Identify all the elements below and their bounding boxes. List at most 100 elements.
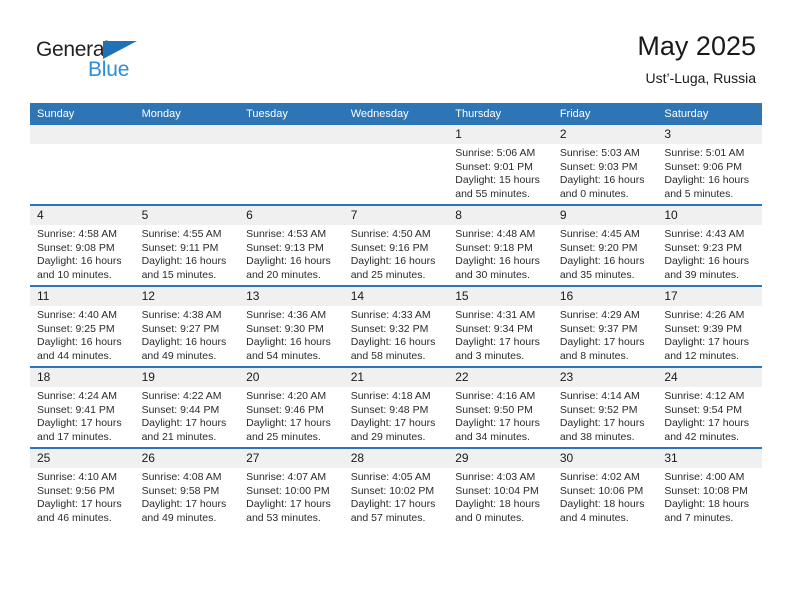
- sunrise-text: Sunrise: 4:55 AM: [141, 228, 222, 240]
- calendar-day-cell[interactable]: 5 Sunrise: 4:55 AM Sunset: 9:11 PM Daylight…: [134, 204, 240, 286]
- calendar-day-cell[interactable]: 22 Sunrise: 4:16 AM Sunset: 9:50 PM Dayligh…: [448, 366, 553, 448]
- calendar-day-cell[interactable]: 2 Sunrise: 5:03 AM Sunset: 9:03 PM Daylight…: [552, 125, 658, 205]
- day-number: [30, 125, 135, 144]
- calendar-day-cell[interactable]: 8 Sunrise: 4:48 AM Sunset: 9:18 PM Daylight…: [448, 204, 553, 286]
- daylight-text-line2: and 29 minutes.: [350, 430, 426, 443]
- calendar-day-cell[interactable]: 18 Sunrise: 4:24 AM Sunset: 9:41 PM Dayligh…: [30, 366, 135, 448]
- calendar-day-cell[interactable]: 19 Sunrise: 4:22 AM Sunset: 9:44 PM Dayligh…: [134, 366, 240, 448]
- sunset-text: Sunset: 9:50 PM: [455, 403, 533, 416]
- day-number: 20: [239, 368, 344, 387]
- daylight-text-line1: Daylight: 16 hours: [246, 255, 331, 268]
- calendar-day-cell[interactable]: 6 Sunrise: 4:53 AM Sunset: 9:13 PM Daylight…: [239, 204, 344, 286]
- calendar-day-cell[interactable]: 31 Sunrise: 4:00 AM Sunset: 10:08 PM Daylig…: [657, 447, 762, 528]
- daylight-text-line1: Daylight: 17 hours: [350, 498, 436, 511]
- day-number: 8: [448, 206, 553, 225]
- sunrise-text: Sunrise: 4:18 AM: [350, 390, 431, 402]
- day-sun-info: Sunrise: 5:03 AM Sunset: 9:03 PM Daylight:…: [553, 144, 658, 201]
- day-sun-info: Sunrise: 4:16 AM Sunset: 9:50 PM Daylight:…: [448, 387, 553, 444]
- calendar-day-cell[interactable]: 15 Sunrise: 4:31 AM Sunset: 9:34 PM Dayligh…: [448, 285, 553, 367]
- calendar-day-cell[interactable]: 16 Sunrise: 4:29 AM Sunset: 9:37 PM Dayligh…: [552, 285, 658, 367]
- sunset-text: Sunset: 9:52 PM: [559, 403, 638, 416]
- daylight-text-line1: Daylight: 16 hours: [141, 255, 227, 268]
- calendar-day-cell[interactable]: 9 Sunrise: 4:45 AM Sunset: 9:20 PM Daylight…: [552, 204, 658, 286]
- calendar-week-row: 18 Sunrise: 4:24 AM Sunset: 9:41 PM Dayligh…: [30, 366, 762, 448]
- calendar-day-cell[interactable]: 13 Sunrise: 4:36 AM Sunset: 9:30 PM Dayligh…: [239, 285, 344, 367]
- day-number: 12: [134, 287, 240, 306]
- daylight-text-line2: and 57 minutes.: [350, 511, 426, 524]
- sunset-text: Sunset: 9:37 PM: [559, 322, 638, 335]
- calendar-day-cell[interactable]: 7 Sunrise: 4:50 AM Sunset: 9:16 PM Daylight…: [343, 204, 449, 286]
- daylight-text-line2: and 5 minutes.: [664, 187, 734, 200]
- sunset-text: Sunset: 10:08 PM: [664, 484, 748, 497]
- calendar-day-cell[interactable]: 17 Sunrise: 4:26 AM Sunset: 9:39 PM Dayligh…: [657, 285, 762, 367]
- sunset-text: Sunset: 9:03 PM: [559, 160, 638, 173]
- daylight-text-line1: Daylight: 17 hours: [455, 417, 540, 430]
- sunrise-text: Sunrise: 4:45 AM: [559, 228, 640, 240]
- calendar-day-cell[interactable]: 10 Sunrise: 4:43 AM Sunset: 9:23 PM Dayligh…: [657, 204, 762, 286]
- calendar-day-cell[interactable]: 4 Sunrise: 4:58 AM Sunset: 9:08 PM Daylight…: [30, 204, 135, 286]
- calendar-day-cell[interactable]: 23 Sunrise: 4:14 AM Sunset: 9:52 PM Dayligh…: [552, 366, 658, 448]
- sunrise-text: Sunrise: 4:20 AM: [246, 390, 327, 402]
- daylight-text-line1: Daylight: 17 hours: [350, 417, 436, 430]
- day-number: 26: [134, 449, 240, 468]
- logo-triangle-icon: [103, 41, 137, 59]
- daylight-text-line2: and 35 minutes.: [559, 268, 635, 281]
- day-sun-info: Sunrise: 4:03 AM Sunset: 10:04 PM Daylight…: [448, 468, 553, 525]
- daylight-text-line1: Daylight: 17 hours: [37, 498, 122, 511]
- day-number: [134, 125, 240, 144]
- calendar-day-cell[interactable]: 29 Sunrise: 4:03 AM Sunset: 10:04 PM Daylig…: [448, 447, 553, 528]
- sunrise-text: Sunrise: 5:06 AM: [455, 147, 536, 159]
- day-number: 16: [552, 287, 658, 306]
- daylight-text-line1: Daylight: 17 hours: [664, 336, 750, 349]
- daylight-text-line1: Daylight: 16 hours: [37, 255, 122, 268]
- daylight-text-line2: and 34 minutes.: [455, 430, 530, 443]
- day-sun-info: Sunrise: 4:02 AM Sunset: 10:06 PM Daylight…: [553, 468, 658, 525]
- day-sun-info: Sunrise: 4:18 AM Sunset: 9:48 PM Daylight:…: [344, 387, 449, 444]
- sunset-text: Sunset: 9:23 PM: [664, 241, 743, 254]
- calendar-day-cell[interactable]: 26 Sunrise: 4:08 AM Sunset: 9:58 PM Dayligh…: [134, 447, 240, 528]
- day-number: 30: [552, 449, 658, 468]
- day-sun-info: Sunrise: 4:58 AM Sunset: 9:08 PM Daylight:…: [30, 225, 135, 282]
- day-number: 15: [448, 287, 553, 306]
- calendar-day-cell[interactable]: 28 Sunrise: 4:05 AM Sunset: 10:02 PM Daylig…: [343, 447, 449, 528]
- day-number: 24: [657, 368, 762, 387]
- sunrise-text: Sunrise: 4:03 AM: [455, 471, 536, 483]
- sunrise-text: Sunrise: 4:16 AM: [455, 390, 536, 402]
- daylight-text-line1: Daylight: 16 hours: [559, 255, 645, 268]
- sunrise-text: Sunrise: 4:31 AM: [455, 309, 536, 321]
- day-number: 14: [343, 287, 449, 306]
- daylight-text-line2: and 7 minutes.: [664, 511, 734, 524]
- calendar-day-cell[interactable]: 30 Sunrise: 4:02 AM Sunset: 10:06 PM Daylig…: [552, 447, 658, 528]
- calendar-day-cell[interactable]: 27 Sunrise: 4:07 AM Sunset: 10:00 PM Daylig…: [239, 447, 344, 528]
- sunrise-text: Sunrise: 5:03 AM: [559, 147, 640, 159]
- day-sun-info: Sunrise: 4:24 AM Sunset: 9:41 PM Daylight:…: [30, 387, 135, 444]
- daylight-text-line2: and 0 minutes.: [559, 187, 629, 200]
- daylight-text-line2: and 39 minutes.: [664, 268, 740, 281]
- calendar-day-cell[interactable]: 14 Sunrise: 4:33 AM Sunset: 9:32 PM Dayligh…: [343, 285, 449, 367]
- daylight-text-line2: and 49 minutes.: [141, 349, 217, 362]
- general-blue-logo[interactable]: General Blue: [36, 38, 216, 86]
- calendar-day-cell[interactable]: 3 Sunrise: 5:01 AM Sunset: 9:06 PM Daylight…: [657, 125, 762, 205]
- daylight-text-line1: Daylight: 18 hours: [455, 498, 540, 511]
- day-number: 5: [134, 206, 240, 225]
- day-number: 27: [239, 449, 344, 468]
- sunset-text: Sunset: 9:25 PM: [37, 322, 115, 335]
- sunset-text: Sunset: 9:18 PM: [455, 241, 533, 254]
- daylight-text-line2: and 20 minutes.: [246, 268, 321, 281]
- sunset-text: Sunset: 9:16 PM: [350, 241, 429, 254]
- calendar-day-cell[interactable]: 11 Sunrise: 4:40 AM Sunset: 9:25 PM Dayligh…: [30, 285, 135, 367]
- calendar-day-cell[interactable]: 21 Sunrise: 4:18 AM Sunset: 9:48 PM Dayligh…: [343, 366, 449, 448]
- calendar-day-cell[interactable]: 24 Sunrise: 4:12 AM Sunset: 9:54 PM Dayligh…: [657, 366, 762, 448]
- day-number: 17: [657, 287, 762, 306]
- day-number: 11: [30, 287, 135, 306]
- daylight-text-line2: and 17 minutes.: [37, 430, 112, 443]
- daylight-text-line1: Daylight: 15 hours: [455, 174, 540, 187]
- weekday-header-tuesday: Tuesday: [239, 103, 344, 125]
- calendar-day-cell[interactable]: 1 Sunrise: 5:06 AM Sunset: 9:01 PM Daylight…: [448, 125, 553, 205]
- calendar-day-cell[interactable]: 25 Sunrise: 4:10 AM Sunset: 9:56 PM Dayligh…: [30, 447, 135, 528]
- daylight-text-line2: and 49 minutes.: [141, 511, 217, 524]
- sunrise-text: Sunrise: 4:00 AM: [664, 471, 745, 483]
- calendar-day-cell[interactable]: 20 Sunrise: 4:20 AM Sunset: 9:46 PM Dayligh…: [239, 366, 344, 448]
- calendar-page: General Blue May 2025 Ust’-Luga, Russia …: [0, 0, 792, 612]
- calendar-day-cell[interactable]: 12 Sunrise: 4:38 AM Sunset: 9:27 PM Dayligh…: [134, 285, 240, 367]
